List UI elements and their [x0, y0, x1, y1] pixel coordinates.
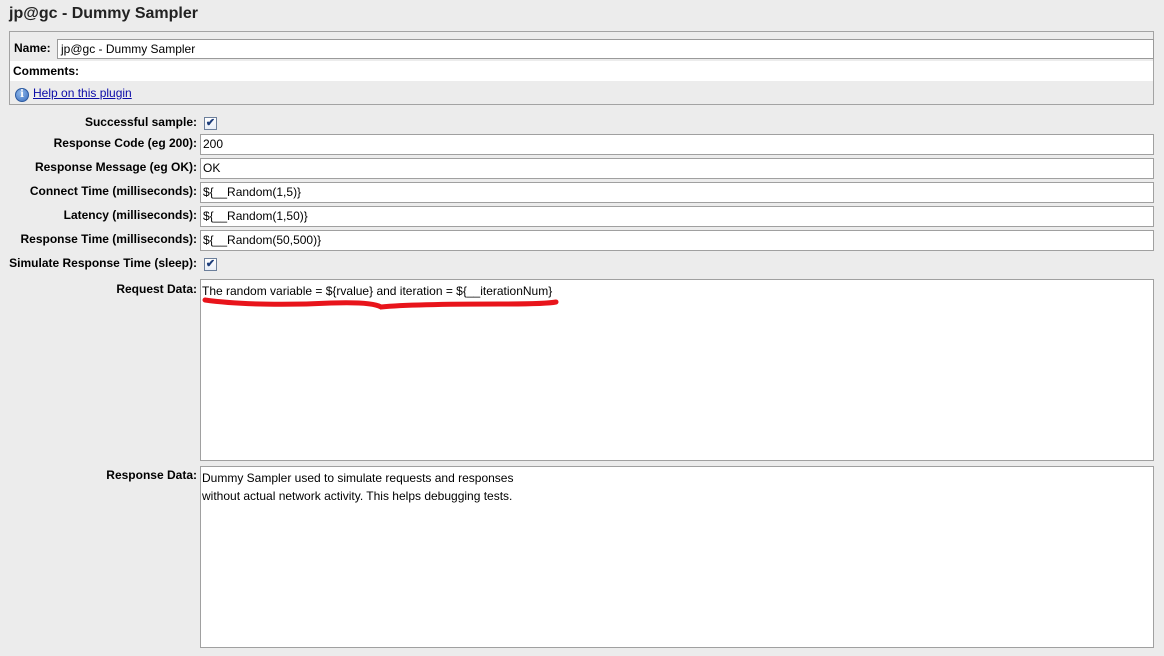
- checkmark-icon: ✔: [205, 117, 216, 129]
- request-data-label: Request Data:: [116, 282, 197, 296]
- response-data-textarea[interactable]: Dummy Sampler used to simulate requests …: [200, 466, 1154, 648]
- latency-input[interactable]: ${__Random(1,50)}: [200, 206, 1154, 227]
- response-time-input[interactable]: ${__Random(50,500)}: [200, 230, 1154, 251]
- red-underline-annotation: [202, 297, 559, 310]
- name-input[interactable]: jp@gc - Dummy Sampler: [57, 39, 1154, 59]
- connect-time-label: Connect Time (milliseconds):: [29, 184, 197, 198]
- latency-label: Latency (milliseconds):: [63, 208, 197, 222]
- window-title: jp@gc - Dummy Sampler: [9, 5, 198, 22]
- successful-sample-checkbox[interactable]: ✔: [204, 117, 217, 130]
- comments-label: Comments:: [13, 64, 80, 78]
- response-message-input[interactable]: OK: [200, 158, 1154, 179]
- response-code-input[interactable]: 200: [200, 134, 1154, 155]
- info-icon: i: [15, 88, 29, 102]
- checkmark-icon: ✔: [205, 258, 216, 270]
- connect-time-input[interactable]: ${__Random(1,5)}: [200, 182, 1154, 203]
- response-message-label: Response Message (eg OK):: [34, 160, 197, 174]
- response-time-label: Response Time (milliseconds):: [20, 232, 198, 246]
- simulate-response-time-checkbox[interactable]: ✔: [204, 258, 217, 271]
- name-label: Name:: [14, 41, 51, 55]
- response-data-label: Response Data:: [106, 468, 197, 482]
- comments-field[interactable]: Comments:: [10, 61, 1153, 81]
- successful-sample-label: Successful sample:: [84, 115, 197, 129]
- simulate-response-time-label: Simulate Response Time (sleep):: [9, 256, 197, 270]
- name-comments-panel: Name: jp@gc - Dummy Sampler Comments: i …: [9, 31, 1154, 105]
- help-link[interactable]: Help on this plugin: [33, 86, 132, 100]
- response-code-label: Response Code (eg 200):: [53, 136, 197, 150]
